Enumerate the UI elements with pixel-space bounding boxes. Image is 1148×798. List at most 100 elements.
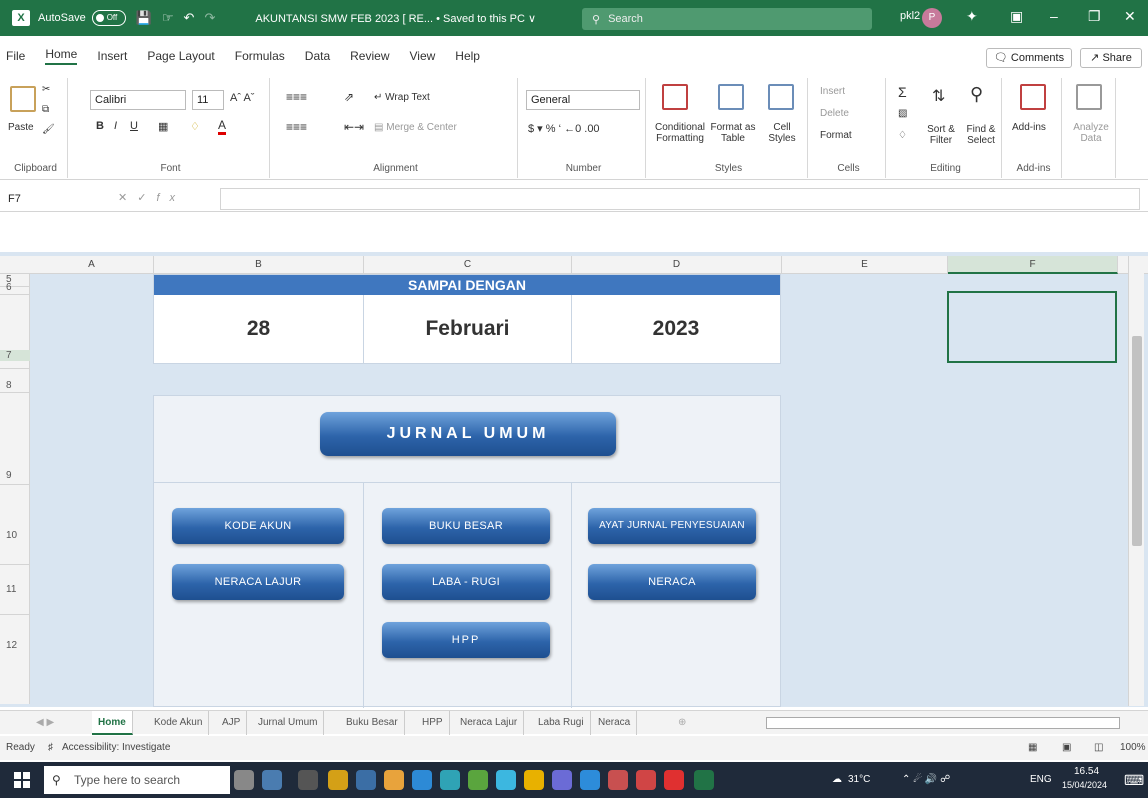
maximize-icon[interactable]: ❐ xyxy=(1088,8,1101,25)
column-header-c[interactable]: C xyxy=(364,256,572,274)
number-format-select[interactable]: General xyxy=(526,90,640,110)
jurnal-umum-button[interactable]: JURNAL UMUM xyxy=(320,412,616,456)
tab-insert[interactable]: Insert xyxy=(97,49,127,63)
selected-cell-f7[interactable] xyxy=(947,291,1117,363)
row-header-12[interactable]: 12 xyxy=(0,640,30,651)
powerpoint-icon[interactable] xyxy=(636,770,656,790)
formula-input[interactable] xyxy=(220,188,1140,210)
wrap-text-button[interactable]: ↵ Wrap Text xyxy=(374,92,430,103)
app-icon[interactable] xyxy=(412,770,432,790)
acrobat-icon[interactable] xyxy=(664,770,684,790)
weather-icon[interactable]: ☁ xyxy=(832,774,842,785)
temperature[interactable]: 31°C xyxy=(848,774,870,785)
notifications-icon[interactable]: ⌨ xyxy=(1124,772,1144,789)
sheet-nav-icon[interactable]: ◀ ▶ xyxy=(30,711,60,735)
neraca-lajur-button[interactable]: NERACA LAJUR xyxy=(172,564,344,600)
clear-icon[interactable]: ♢ xyxy=(898,130,907,141)
hpp-button[interactable]: HPP xyxy=(382,622,550,658)
undo-icon[interactable]: ↶ xyxy=(184,10,195,26)
bold-icon[interactable]: B xyxy=(96,120,104,132)
taskbar-search[interactable]: ⚲ Type here to search xyxy=(44,766,230,794)
row-header-9[interactable]: 9 xyxy=(0,470,30,481)
sheet-tab-kode-akun[interactable]: Kode Akun xyxy=(148,711,210,735)
sheet-tab-neraca[interactable]: Neraca xyxy=(592,711,638,735)
windows-start-icon[interactable] xyxy=(14,772,30,788)
sheet-tab-neraca-lajur[interactable]: Neraca Lajur xyxy=(454,711,525,735)
italic-icon[interactable]: I xyxy=(114,120,117,132)
sheet-tab-jurnal-umum[interactable]: Jurnal Umum xyxy=(252,711,325,735)
conditional-formatting-button[interactable]: Conditional Formatting xyxy=(652,122,708,144)
ajp-button[interactable]: AYAT JURNAL PENYESUAIAN xyxy=(588,508,756,544)
indent-icon[interactable]: ⇤⇥ xyxy=(344,120,364,134)
column-header-e[interactable]: E xyxy=(782,256,948,274)
avatar[interactable]: P xyxy=(922,8,942,28)
app-icon[interactable] xyxy=(356,770,376,790)
accessibility-status[interactable]: Accessibility: Investigate xyxy=(62,736,170,760)
paste-icon[interactable] xyxy=(10,86,36,112)
row-header-8[interactable]: 8 xyxy=(0,380,30,391)
cell-styles-button[interactable]: Cell Styles xyxy=(760,122,804,144)
font-color-icon[interactable]: A xyxy=(218,118,227,135)
app-icon[interactable] xyxy=(608,770,628,790)
tab-data[interactable]: Data xyxy=(305,49,330,63)
column-header-f[interactable]: F xyxy=(948,256,1118,274)
autosave-toggle[interactable]: Off xyxy=(91,10,126,26)
borders-icon[interactable]: ▦ xyxy=(158,120,168,133)
tab-view[interactable]: View xyxy=(410,49,436,63)
firefox-icon[interactable] xyxy=(384,770,404,790)
redo-icon[interactable]: ↷ xyxy=(204,10,215,26)
row-header-6[interactable]: 6 xyxy=(0,282,30,293)
zoom-level[interactable]: 100% xyxy=(1120,736,1146,760)
tab-help[interactable]: Help xyxy=(455,49,480,63)
month-cell[interactable]: Februari xyxy=(364,295,572,363)
neraca-button[interactable]: NERACA xyxy=(588,564,756,600)
column-header-a[interactable]: A xyxy=(30,256,154,274)
insert-cells-button[interactable]: Insert xyxy=(820,86,845,97)
autosum-icon[interactable]: Σ xyxy=(898,84,907,100)
minimize-icon[interactable]: – xyxy=(1050,8,1058,24)
tab-review[interactable]: Review xyxy=(350,49,389,63)
touch-mode-icon[interactable]: ☞ xyxy=(162,10,174,26)
ribbon-display-icon[interactable]: ▣ xyxy=(1010,8,1023,25)
app-icon[interactable] xyxy=(468,770,488,790)
font-size-select[interactable]: 11 xyxy=(192,90,224,110)
user-name[interactable]: pkl2 xyxy=(900,10,920,22)
app-icon[interactable] xyxy=(580,770,600,790)
analyze-data-icon[interactable] xyxy=(1076,84,1102,110)
row-header-10[interactable]: 10 xyxy=(0,530,30,541)
row-header-7[interactable]: 7 xyxy=(0,350,30,361)
document-title[interactable]: AKUNTANSI SMW FEB 2023 [ RE... • Saved t… xyxy=(255,12,536,25)
orientation-icon[interactable]: ⇗ xyxy=(344,90,354,104)
align-left-icon[interactable]: ≡≡≡ xyxy=(286,120,307,134)
name-box[interactable]: F7 xyxy=(4,190,92,208)
underline-icon[interactable]: U xyxy=(130,120,138,132)
fill-color-icon[interactable]: ♢ xyxy=(190,120,200,133)
tab-home[interactable]: Home xyxy=(45,47,78,65)
page-break-view-icon[interactable]: ◫ xyxy=(1094,736,1103,760)
photo-app-icon[interactable] xyxy=(262,770,282,790)
fill-icon[interactable]: ▧ xyxy=(898,108,907,119)
find-icon[interactable]: ⚲ xyxy=(970,84,983,105)
page-layout-view-icon[interactable]: ▣ xyxy=(1062,736,1071,760)
comments-button[interactable]: 🗨 Comments xyxy=(986,48,1072,68)
row-header-11[interactable]: 11 xyxy=(0,584,30,595)
user-icon[interactable] xyxy=(234,770,254,790)
column-header-d[interactable]: D xyxy=(572,256,782,274)
app-icon[interactable] xyxy=(328,770,348,790)
tab-file[interactable]: File xyxy=(6,49,25,63)
add-sheet-icon[interactable]: ⊕ xyxy=(672,711,692,735)
paste-label[interactable]: Paste xyxy=(8,122,34,133)
font-grow-icon[interactable]: Aˆ Aˇ xyxy=(230,92,254,104)
sort-filter-button[interactable]: Sort & Filter xyxy=(924,124,958,146)
task-view-icon[interactable] xyxy=(298,770,318,790)
sheet-tab-buku-besar[interactable]: Buku Besar xyxy=(340,711,405,735)
file-explorer-icon[interactable] xyxy=(524,770,544,790)
app-icon[interactable] xyxy=(552,770,572,790)
edge-icon[interactable] xyxy=(440,770,460,790)
kode-akun-button[interactable]: KODE AKUN xyxy=(172,508,344,544)
cut-icon[interactable]: ✂ xyxy=(42,84,50,95)
share-button[interactable]: ↗ Share xyxy=(1080,48,1142,68)
buku-besar-button[interactable]: BUKU BESAR xyxy=(382,508,550,544)
merge-center-button[interactable]: ▤ Merge & Center xyxy=(374,122,457,133)
excel-icon[interactable] xyxy=(694,770,714,790)
